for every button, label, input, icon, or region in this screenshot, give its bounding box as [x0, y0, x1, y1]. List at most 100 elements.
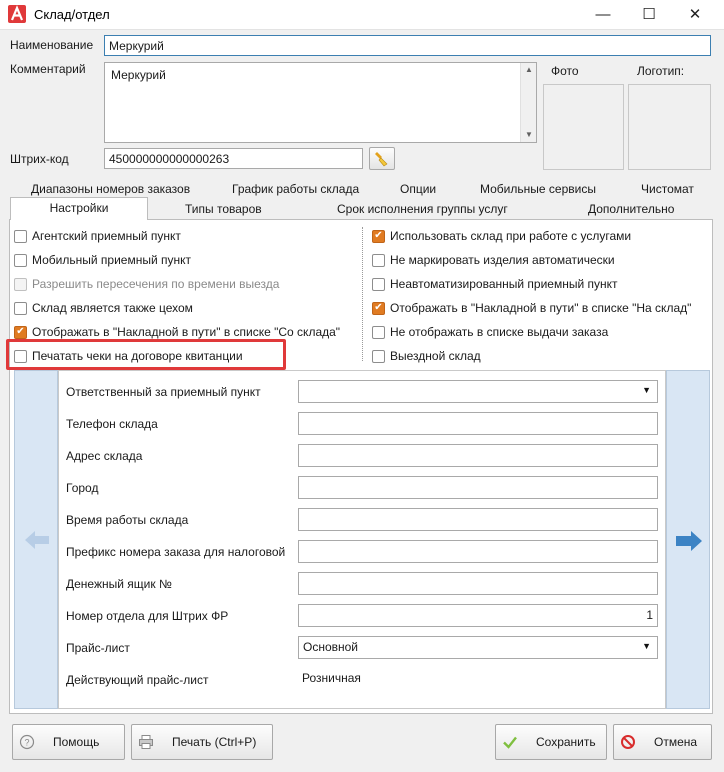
- tab-warehouse-schedule[interactable]: График работы склада: [232, 182, 359, 196]
- scroll-up-icon[interactable]: ▲: [521, 63, 537, 77]
- checkbox-box[interactable]: [372, 253, 385, 267]
- order-prefix-label: Префикс номера заказа для налоговой: [66, 545, 286, 559]
- checkbox-box[interactable]: [14, 253, 27, 267]
- price-list-label: Прайс-лист: [66, 641, 130, 655]
- responsible-dropdown[interactable]: ▼: [298, 380, 658, 403]
- work-hours-input[interactable]: [298, 508, 658, 531]
- title-bar: Склад/отдел — ☐ ✕: [0, 0, 724, 30]
- checkbox-use-with-services[interactable]: ✔ Использовать склад при работе с услуга…: [372, 224, 702, 248]
- nav-prev-panel[interactable]: [14, 370, 58, 709]
- brush-icon: [375, 152, 388, 167]
- generate-barcode-button[interactable]: [369, 147, 395, 170]
- active-price-list-value: Розничная: [302, 671, 361, 685]
- active-price-list-label: Действующий прайс-лист: [66, 673, 209, 687]
- cancel-icon: [621, 735, 635, 749]
- checkbox-box[interactable]: [372, 277, 385, 291]
- tab-settings[interactable]: Настройки: [10, 197, 148, 220]
- checkbox-label: Неавтоматизированный приемный пункт: [390, 277, 618, 291]
- checkbox-box[interactable]: [372, 349, 385, 363]
- responsible-label: Ответственный за приемный пункт: [66, 385, 261, 399]
- checkbox-mobile-warehouse[interactable]: Выездной склад: [372, 344, 702, 368]
- address-input[interactable]: [298, 444, 658, 467]
- print-button[interactable]: Печать (Ctrl+P): [131, 724, 273, 760]
- tab-order-number-ranges[interactable]: Диапазоны номеров заказов: [31, 182, 190, 196]
- cash-drawer-input[interactable]: [298, 572, 658, 595]
- help-button[interactable]: ? Помощь: [12, 724, 125, 760]
- help-button-label: Помощь: [53, 735, 100, 749]
- cancel-button-label: Отмена: [654, 735, 698, 749]
- photo-label: Фото: [551, 64, 579, 78]
- work-hours-label: Время работы склада: [66, 513, 189, 527]
- checkmark-icon[interactable]: ✔: [372, 301, 385, 315]
- phone-label: Телефон склада: [66, 417, 158, 431]
- checkbox-box[interactable]: [14, 229, 27, 243]
- comment-scrollbar[interactable]: ▲ ▼: [520, 63, 536, 142]
- checkbox-label: Мобильный приемный пункт: [32, 253, 192, 267]
- tab-mobile-services[interactable]: Мобильные сервисы: [480, 182, 596, 196]
- barcode-input[interactable]: 450000000000000263: [104, 148, 363, 169]
- cash-drawer-label: Денежный ящик №: [66, 577, 172, 591]
- maximize-button[interactable]: ☐: [626, 0, 672, 30]
- column-divider: [362, 227, 363, 361]
- comment-label: Комментарий: [10, 62, 86, 76]
- highlight-frame: [6, 339, 286, 370]
- photo-box[interactable]: [543, 84, 624, 170]
- arrow-right-icon[interactable]: [674, 529, 704, 553]
- name-input[interactable]: Меркурий: [104, 35, 711, 56]
- checkmark-icon: [503, 736, 517, 749]
- checkbox-label: Отображать в "Накладной в пути" в списке…: [32, 325, 341, 339]
- checkbox-mobile-point[interactable]: Мобильный приемный пункт: [14, 248, 359, 272]
- checkbox-label: Не отображать в списке выдачи заказа: [390, 325, 609, 339]
- checkbox-label: Выездной склад: [390, 349, 481, 363]
- dropdown-arrow-icon[interactable]: ▼: [642, 385, 651, 395]
- department-number-input[interactable]: 1: [298, 604, 658, 627]
- minimize-button[interactable]: —: [580, 0, 626, 30]
- checkmark-icon[interactable]: ✔: [14, 325, 27, 339]
- checkbox-warehouse-is-workshop[interactable]: Склад является также цехом: [14, 296, 359, 320]
- address-label: Адрес склада: [66, 449, 143, 463]
- checkbox-label: Разрешить пересечения по времени выезда: [32, 277, 280, 291]
- city-input[interactable]: [298, 476, 658, 499]
- checkmark-icon[interactable]: ✔: [372, 229, 385, 243]
- price-list-dropdown[interactable]: Основной ▼: [298, 636, 658, 659]
- checkbox-no-auto-marking[interactable]: Не маркировать изделия автоматически: [372, 248, 702, 272]
- department-number-label: Номер отдела для Штрих ФР: [66, 609, 229, 623]
- tab-service-group-deadline[interactable]: Срок исполнения группы услуг: [337, 202, 508, 216]
- comment-textarea[interactable]: Меркурий: [104, 62, 537, 143]
- checkbox-allow-time-overlap: Разрешить пересечения по времени выезда: [14, 272, 359, 296]
- printer-icon: [139, 735, 153, 749]
- help-icon: ?: [19, 734, 35, 750]
- checkbox-box[interactable]: [372, 325, 385, 339]
- window-title: Склад/отдел: [34, 7, 110, 22]
- cancel-button[interactable]: Отмена: [613, 724, 712, 760]
- checkbox-show-to-warehouse[interactable]: ✔ Отображать в "Накладной в пути" в спис…: [372, 296, 702, 320]
- checkbox-label: Склад является также цехом: [32, 301, 193, 315]
- scroll-down-icon[interactable]: ▼: [521, 128, 537, 142]
- tab-options[interactable]: Опции: [400, 182, 436, 196]
- name-label: Наименование: [10, 38, 94, 52]
- dropdown-arrow-icon[interactable]: ▼: [642, 641, 651, 651]
- checkbox-agent-point[interactable]: Агентский приемный пункт: [14, 224, 359, 248]
- phone-input[interactable]: [298, 412, 658, 435]
- checkbox-label: Использовать склад при работе с услугами: [390, 229, 632, 243]
- close-button[interactable]: ✕: [672, 0, 718, 30]
- nav-next-panel[interactable]: [666, 370, 710, 709]
- app-logo-icon: [8, 5, 26, 23]
- checkbox-label: Агентский приемный пункт: [32, 229, 181, 243]
- checkbox-label: Не маркировать изделия автоматически: [390, 253, 615, 267]
- tab-additional[interactable]: Дополнительно: [588, 202, 674, 216]
- barcode-label: Штрих-код: [10, 152, 69, 166]
- logo-box[interactable]: [628, 84, 711, 170]
- tab-product-types[interactable]: Типы товаров: [185, 202, 262, 216]
- checkbox-box[interactable]: [14, 301, 27, 315]
- arrow-left-icon[interactable]: [23, 529, 51, 551]
- checkbox-hide-in-issue-list[interactable]: Не отображать в списке выдачи заказа: [372, 320, 702, 344]
- order-prefix-input[interactable]: [298, 540, 658, 563]
- tab-chistomat[interactable]: Чистомат: [641, 182, 694, 196]
- checkbox-box: [14, 277, 27, 291]
- city-label: Город: [66, 481, 99, 495]
- svg-text:?: ?: [24, 738, 29, 748]
- save-button[interactable]: Сохранить: [495, 724, 607, 760]
- checkbox-non-automated-point[interactable]: Неавтоматизированный приемный пункт: [372, 272, 702, 296]
- logo-label: Логотип:: [637, 64, 685, 78]
